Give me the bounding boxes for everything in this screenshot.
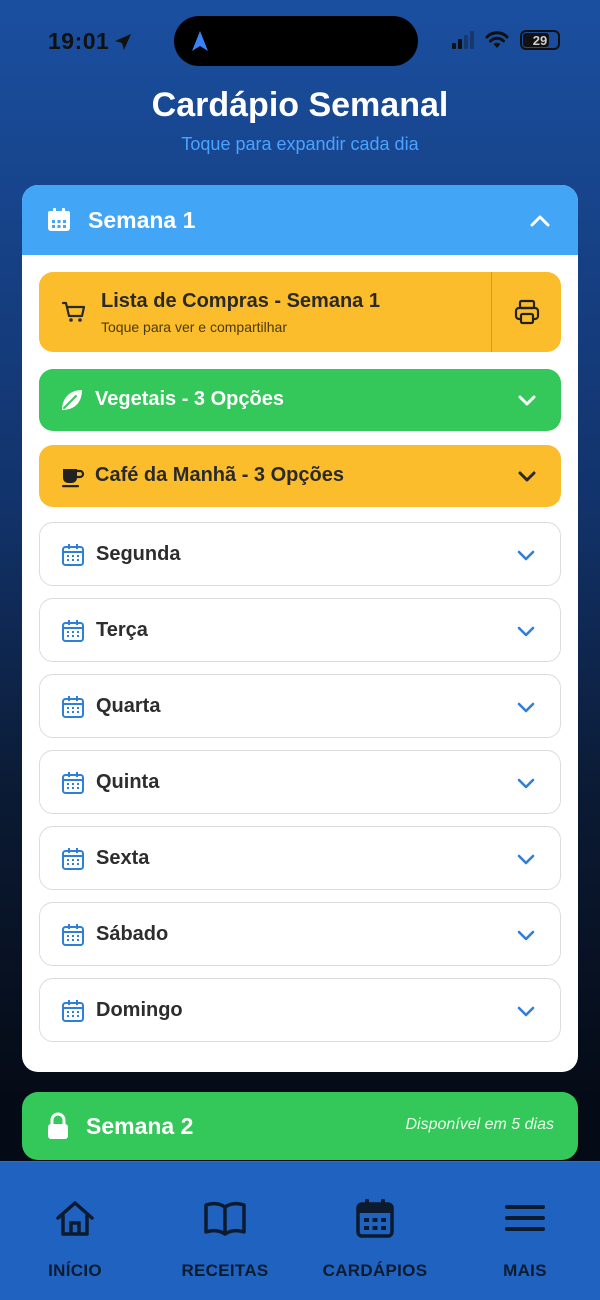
- printer-icon: [514, 299, 539, 325]
- vegetables-label: Vegetais - 3 Opções: [95, 388, 284, 410]
- location-arrow-icon: [115, 33, 132, 50]
- leaf-icon: [62, 390, 82, 410]
- day-label: Terça: [96, 619, 148, 641]
- time-text: 19:01: [48, 28, 110, 54]
- battery-icon: 29: [520, 30, 560, 50]
- chevron-down-icon: [517, 1006, 535, 1017]
- week-2-availability: Disponível em 5 dias: [405, 1116, 554, 1133]
- shopping-cart-icon: [61, 301, 86, 322]
- calendar-icon: [62, 772, 84, 794]
- week-2-card[interactable]: Semana 2 Disponível em 5 dias: [22, 1092, 578, 1160]
- day-label: Quinta: [96, 771, 160, 793]
- calendar-icon: [62, 848, 84, 870]
- tab-inicio[interactable]: INÍCIO: [0, 1162, 150, 1300]
- shopping-list-card[interactable]: Lista de Compras - Semana 1 Toque para v…: [39, 272, 561, 352]
- tab-label: CARDÁPIOS: [322, 1261, 428, 1280]
- tab-mais[interactable]: MAIS: [450, 1162, 600, 1300]
- coffee-cup-icon: [62, 469, 85, 488]
- wifi-icon: [485, 31, 509, 48]
- calendar-icon: [356, 1199, 394, 1238]
- tab-label: RECEITAS: [181, 1261, 269, 1280]
- tab-receitas[interactable]: RECEITAS: [150, 1162, 300, 1300]
- page-title: Cardápio Semanal: [151, 86, 449, 124]
- day-accordion-domingo[interactable]: Domingo: [39, 978, 561, 1042]
- calendar-icon: [62, 924, 84, 946]
- chevron-down-icon: [517, 550, 535, 561]
- tab-bar: INÍCIO RECEITAS CARDÁPIOS MAIS: [0, 1161, 600, 1300]
- day-accordion-terca[interactable]: Terça: [39, 598, 561, 662]
- calendar-icon: [62, 544, 84, 566]
- tab-label: INÍCIO: [48, 1261, 102, 1280]
- day-label: Domingo: [96, 999, 183, 1021]
- chevron-down-icon: [518, 471, 536, 482]
- calendar-icon: [62, 1000, 84, 1022]
- menu-icon: [505, 1205, 545, 1231]
- home-icon: [56, 1201, 94, 1236]
- chevron-down-icon: [517, 854, 535, 865]
- breakfast-label: Café da Manhã - 3 Opções: [95, 464, 344, 486]
- week-1-card: Semana 1 Lista de Compras - Semana 1 Toq…: [22, 185, 578, 1072]
- chevron-down-icon: [517, 702, 535, 713]
- book-icon: [204, 1201, 246, 1236]
- day-label: Sexta: [96, 847, 150, 869]
- calendar-icon: [62, 620, 84, 642]
- battery-level: 29: [532, 32, 548, 48]
- day-accordion-sabado[interactable]: Sábado: [39, 902, 561, 966]
- cell-signal-icon: [452, 31, 474, 49]
- week-1-title: Semana 1: [88, 206, 196, 233]
- chevron-down-icon: [517, 930, 535, 941]
- day-accordion-sexta[interactable]: Sexta: [39, 826, 561, 890]
- chevron-down-icon: [517, 626, 535, 637]
- lock-icon: [48, 1112, 68, 1139]
- day-label: Segunda: [96, 543, 181, 565]
- status-time: 19:01: [48, 28, 133, 55]
- chevron-down-icon: [518, 395, 536, 406]
- chevron-down-icon: [517, 778, 535, 789]
- shopping-list-title: Lista de Compras - Semana 1: [101, 290, 380, 312]
- tab-cardapios[interactable]: CARDÁPIOS: [300, 1162, 450, 1300]
- day-label: Quarta: [96, 695, 161, 717]
- breakfast-accordion[interactable]: Café da Manhã - 3 Opções: [39, 445, 561, 507]
- status-indicators: 29: [452, 30, 560, 50]
- day-label: Sábado: [96, 923, 169, 945]
- tab-label: MAIS: [503, 1261, 547, 1280]
- day-accordion-quarta[interactable]: Quarta: [39, 674, 561, 738]
- week-1-header[interactable]: Semana 1: [22, 185, 578, 255]
- navigation-icon: [192, 31, 208, 51]
- day-accordion-quinta[interactable]: Quinta: [39, 750, 561, 814]
- dynamic-island: [174, 16, 418, 66]
- print-button[interactable]: [491, 272, 561, 352]
- calendar-icon: [62, 696, 84, 718]
- page-subtitle: Toque para expandir cada dia: [181, 134, 419, 154]
- status-bar: 19:01 29: [0, 0, 600, 80]
- vegetables-accordion[interactable]: Vegetais - 3 Opções: [39, 369, 561, 431]
- calendar-icon: [48, 208, 70, 231]
- week-2-title: Semana 2: [86, 1112, 194, 1139]
- shopping-list-subtitle: Toque para ver e compartilhar: [101, 319, 287, 335]
- day-accordion-segunda[interactable]: Segunda: [39, 522, 561, 586]
- chevron-up-icon[interactable]: [528, 209, 552, 233]
